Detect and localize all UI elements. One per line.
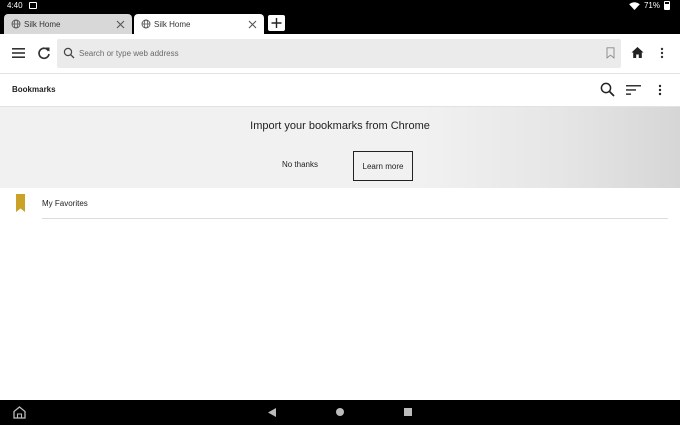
tab-title: Silk Home [154,19,191,29]
system-nav-bar [0,400,680,425]
home-icon[interactable] [631,46,644,59]
reload-icon[interactable] [37,46,51,60]
tab-silk-home-1[interactable]: Silk Home [4,14,132,34]
status-time: 4:40 [7,1,23,10]
new-tab-button[interactable] [268,15,285,31]
more-options-icon[interactable] [660,47,664,59]
menu-icon[interactable] [12,47,25,59]
import-bookmarks-banner: Import your bookmarks from Chrome No tha… [0,107,680,188]
no-thanks-button[interactable]: No thanks [272,154,328,174]
bookmark-label: My Favorites [42,199,88,208]
browser-toolbar [0,34,680,74]
close-icon[interactable] [248,20,257,29]
import-banner-text: Import your bookmarks from Chrome [250,120,430,132]
fire-home-icon[interactable] [13,406,26,419]
sort-icon[interactable] [626,84,641,96]
battery-percent: 71% [643,1,660,10]
recents-icon[interactable] [404,408,412,416]
bookmark-folder-my-favorites[interactable]: My Favorites [0,188,680,219]
search-icon [63,47,75,59]
tab-strip: Silk Home Silk Home [0,12,680,34]
address-input[interactable] [79,45,579,62]
bookmark-outline-icon[interactable] [606,47,615,59]
bookmarks-header: Bookmarks [0,74,680,107]
tab-title: Silk Home [24,19,61,29]
bookmark-list: My Favorites [0,188,680,219]
status-right-group: 71% [629,1,670,10]
bookmark-folder-icon [16,194,25,212]
learn-more-button[interactable]: Learn more [353,151,413,181]
address-bar[interactable] [57,39,621,68]
globe-icon [141,19,151,29]
plus-icon [271,18,282,28]
wifi-icon [629,1,640,10]
more-options-icon[interactable] [658,84,662,96]
status-bar: 4:40 71% [0,0,680,12]
search-icon[interactable] [600,82,615,97]
battery-icon [664,1,670,10]
divider [42,218,668,219]
home-button-icon[interactable] [336,408,344,416]
globe-icon [11,19,21,29]
image-notification-icon [29,2,37,9]
page-title: Bookmarks [12,85,56,94]
back-icon[interactable] [268,408,276,417]
close-icon[interactable] [116,20,125,29]
tab-silk-home-2[interactable]: Silk Home [134,14,264,34]
